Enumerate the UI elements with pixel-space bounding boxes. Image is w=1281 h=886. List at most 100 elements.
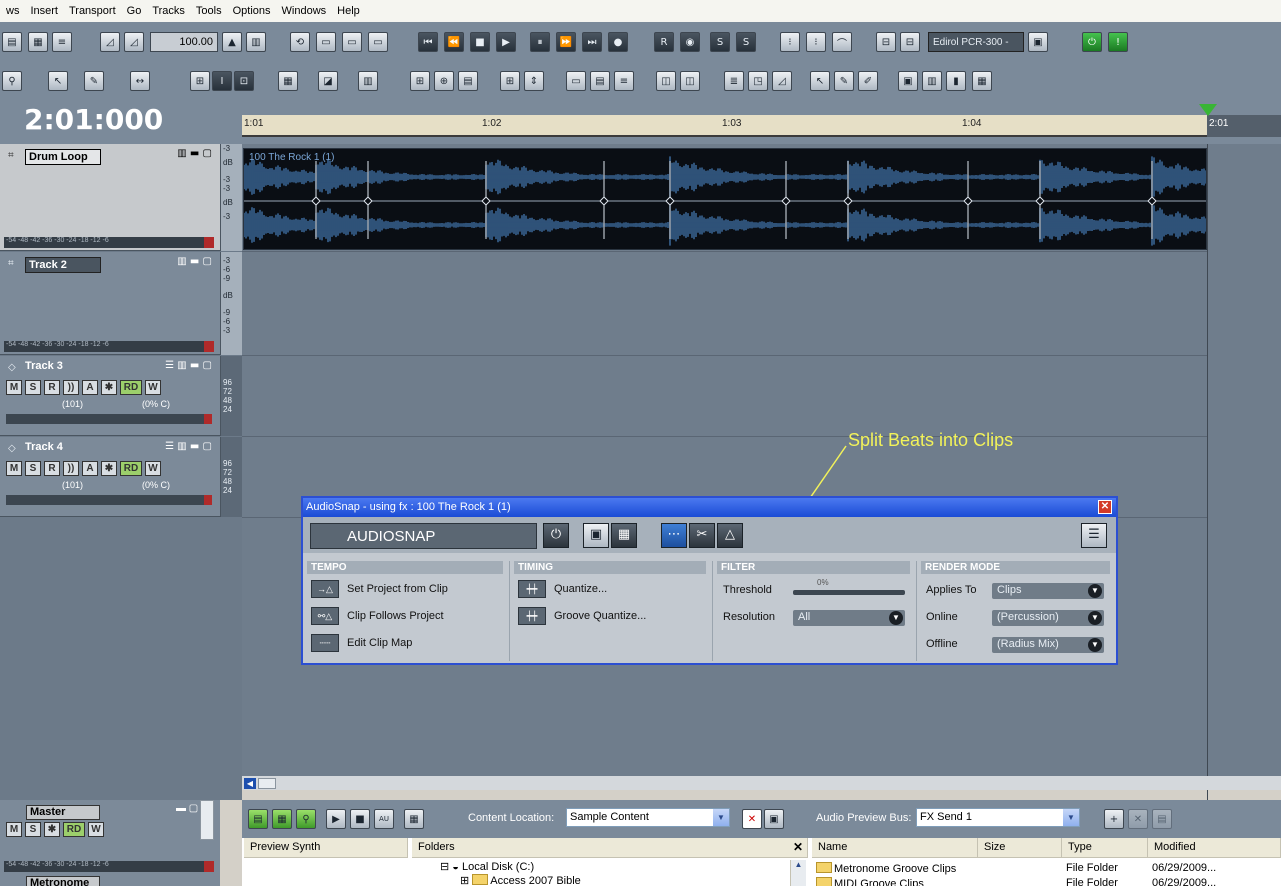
staff-icon[interactable]: ▤	[590, 71, 610, 91]
track-view-icon[interactable]: ▦	[28, 32, 48, 52]
horizontal-scrollbar[interactable]	[242, 776, 1281, 790]
online-render-select[interactable]: (Percussion) ▼	[992, 610, 1104, 626]
volume-pan-row[interactable]: (101) (0% C)	[8, 480, 208, 493]
offline-render-select[interactable]: (Radius Mix) ▼	[992, 637, 1104, 653]
file-row[interactable]: Metronome Groove Clips	[816, 862, 956, 875]
rewind-icon[interactable]: ⏪	[444, 32, 464, 52]
track-name-field[interactable]: Drum Loop	[25, 149, 101, 165]
master-minmax-icon[interactable]: ▬ ▢	[176, 803, 198, 814]
menu-go[interactable]: Go	[127, 5, 142, 17]
mute-button[interactable]: M	[6, 822, 22, 837]
zoom-vertical-icon[interactable]: ⇕	[524, 71, 544, 91]
draw-tool-icon[interactable]: ✎	[84, 71, 104, 91]
zoom-fit-icon[interactable]: ⊞	[500, 71, 520, 91]
insert-icon[interactable]: I	[212, 71, 232, 91]
applies-to-select[interactable]: Clips ▼	[992, 583, 1104, 599]
auto-preview-icon[interactable]: AU	[374, 809, 394, 829]
lyrics-icon[interactable]: ≣	[724, 71, 744, 91]
tree-item-local-disk[interactable]: ⊟ ◒ Local Disk (C:)	[440, 860, 534, 873]
loop-icon[interactable]: ⟲	[290, 32, 310, 52]
meter-icon[interactable]: ▤	[458, 71, 478, 91]
transient-handle[interactable]	[481, 196, 491, 206]
track-minmax-icon[interactable]: ☰ ▥ ▬ ▢	[165, 360, 212, 371]
menu-options[interactable]: Options	[233, 5, 271, 17]
preview-stop-icon[interactable]: ■	[350, 809, 370, 829]
tree-item-access[interactable]: ⊞ Access 2007 Bible	[460, 874, 581, 886]
collapse-icon[interactable]: ◇	[8, 362, 16, 373]
project-end-marker[interactable]	[1199, 104, 1217, 116]
menu-help[interactable]: Help	[337, 5, 360, 17]
snap-settings-icon[interactable]: S	[736, 32, 756, 52]
track-drum-loop[interactable]: ⌗ Drum Loop ▥ ▬ ▢ -54 -48 -42 -36 -30 -2…	[0, 144, 220, 251]
preview-play-icon[interactable]: ▶	[326, 809, 346, 829]
record-mode-icon[interactable]: R	[654, 32, 674, 52]
menu-tracks[interactable]: Tracks	[152, 5, 185, 17]
metronome-playback-icon[interactable]: ◿	[100, 32, 120, 52]
preview-synth-header[interactable]: Preview Synth	[244, 838, 408, 858]
input-echo-button[interactable]: ))	[63, 461, 79, 476]
record-icon[interactable]: ●	[608, 32, 628, 52]
solo-button[interactable]: S	[25, 822, 41, 837]
go-start-icon[interactable]: ⏮	[418, 32, 438, 52]
sync-icon[interactable]: ⊟	[876, 32, 896, 52]
fx-icon[interactable]: ⊞	[410, 71, 430, 91]
tempo-field[interactable]: 100.00	[150, 32, 218, 52]
transient-handle[interactable]	[843, 196, 853, 206]
read-automation-button[interactable]: RD	[120, 380, 142, 395]
tempo-spin-icon[interactable]: ▲	[222, 32, 242, 52]
event-list-icon[interactable]: ≡	[614, 71, 634, 91]
show-transients-icon[interactable]: ⋯	[661, 523, 687, 548]
input-echo-button[interactable]: ))	[63, 380, 79, 395]
mixer-icon[interactable]: ▥	[922, 71, 942, 91]
delete-icon[interactable]: ✕	[742, 809, 762, 829]
track-name-field[interactable]: Track 4	[22, 440, 98, 456]
transient-handle[interactable]	[665, 196, 675, 206]
scroll-left-icon[interactable]: ◀	[244, 778, 256, 789]
midi-device-select[interactable]: Edirol PCR-300 -	[928, 32, 1024, 52]
snap-icon[interactable]: S	[710, 32, 730, 52]
punch-icon[interactable]: ▭	[316, 32, 336, 52]
track-name-field[interactable]: Track 3	[22, 359, 98, 375]
pause-icon[interactable]: ⏸	[530, 32, 550, 52]
punch-in-icon[interactable]: ▭	[342, 32, 362, 52]
folders-scrollbar[interactable]: ▲	[790, 860, 806, 886]
archive-button[interactable]: A	[82, 380, 98, 395]
tempo-view-icon[interactable]: ◿	[772, 71, 792, 91]
track-4[interactable]: ◇ Track 4 ☰ ▥ ▬ ▢ M S R )) A ✱ RD W (101…	[0, 437, 220, 517]
go-end-icon[interactable]: ⏭	[582, 32, 602, 52]
alert-icon[interactable]: !	[1108, 32, 1128, 52]
open-folder-icon[interactable]: ▤	[248, 809, 268, 829]
views-icon[interactable]: ▤	[2, 32, 22, 52]
piano-roll-icon[interactable]: ▭	[566, 71, 586, 91]
write-automation-button[interactable]: W	[88, 822, 104, 837]
file-row[interactable]: MIDI Groove Clips	[816, 877, 924, 886]
transient-handle[interactable]	[311, 196, 321, 206]
menu-windows[interactable]: Windows	[282, 5, 327, 17]
metronome-bus-name[interactable]: Metronome	[26, 876, 100, 886]
archive-button[interactable]: A	[82, 461, 98, 476]
console-view-icon[interactable]: ≡	[52, 32, 72, 52]
close-icon[interactable]: ✕	[793, 840, 803, 854]
track-minmax-icon[interactable]: ▥ ▬ ▢	[177, 148, 212, 159]
synth-rack-icon[interactable]: ▣	[898, 71, 918, 91]
search-icon[interactable]: ⚲	[296, 809, 316, 829]
solo-button[interactable]: S	[25, 461, 41, 476]
console-icon[interactable]: ▮	[946, 71, 966, 91]
power-icon[interactable]: ⏻	[543, 523, 569, 548]
freeze-button[interactable]: ✱	[101, 380, 117, 395]
pencil-tool-icon[interactable]: ✎	[834, 71, 854, 91]
read-automation-button[interactable]: RD	[120, 461, 142, 476]
snap-grid-icon[interactable]: ⊞	[190, 71, 210, 91]
solo-button[interactable]: S	[25, 380, 41, 395]
tempo-map-icon[interactable]: ▥	[246, 32, 266, 52]
threshold-slider[interactable]	[793, 590, 905, 595]
transient-handle[interactable]	[363, 196, 373, 206]
input-monitor-icon[interactable]: ▣	[1028, 32, 1048, 52]
transient-handle[interactable]	[1147, 196, 1157, 206]
clip-icon[interactable]: ▦	[611, 523, 637, 548]
lanes-icon[interactable]: ▥	[358, 71, 378, 91]
track-name-field[interactable]: Track 2	[25, 257, 101, 273]
play-icon[interactable]: ▶	[496, 32, 516, 52]
close-icon[interactable]: ✕	[1098, 500, 1112, 514]
collapse-icon[interactable]: ◇	[8, 443, 16, 454]
